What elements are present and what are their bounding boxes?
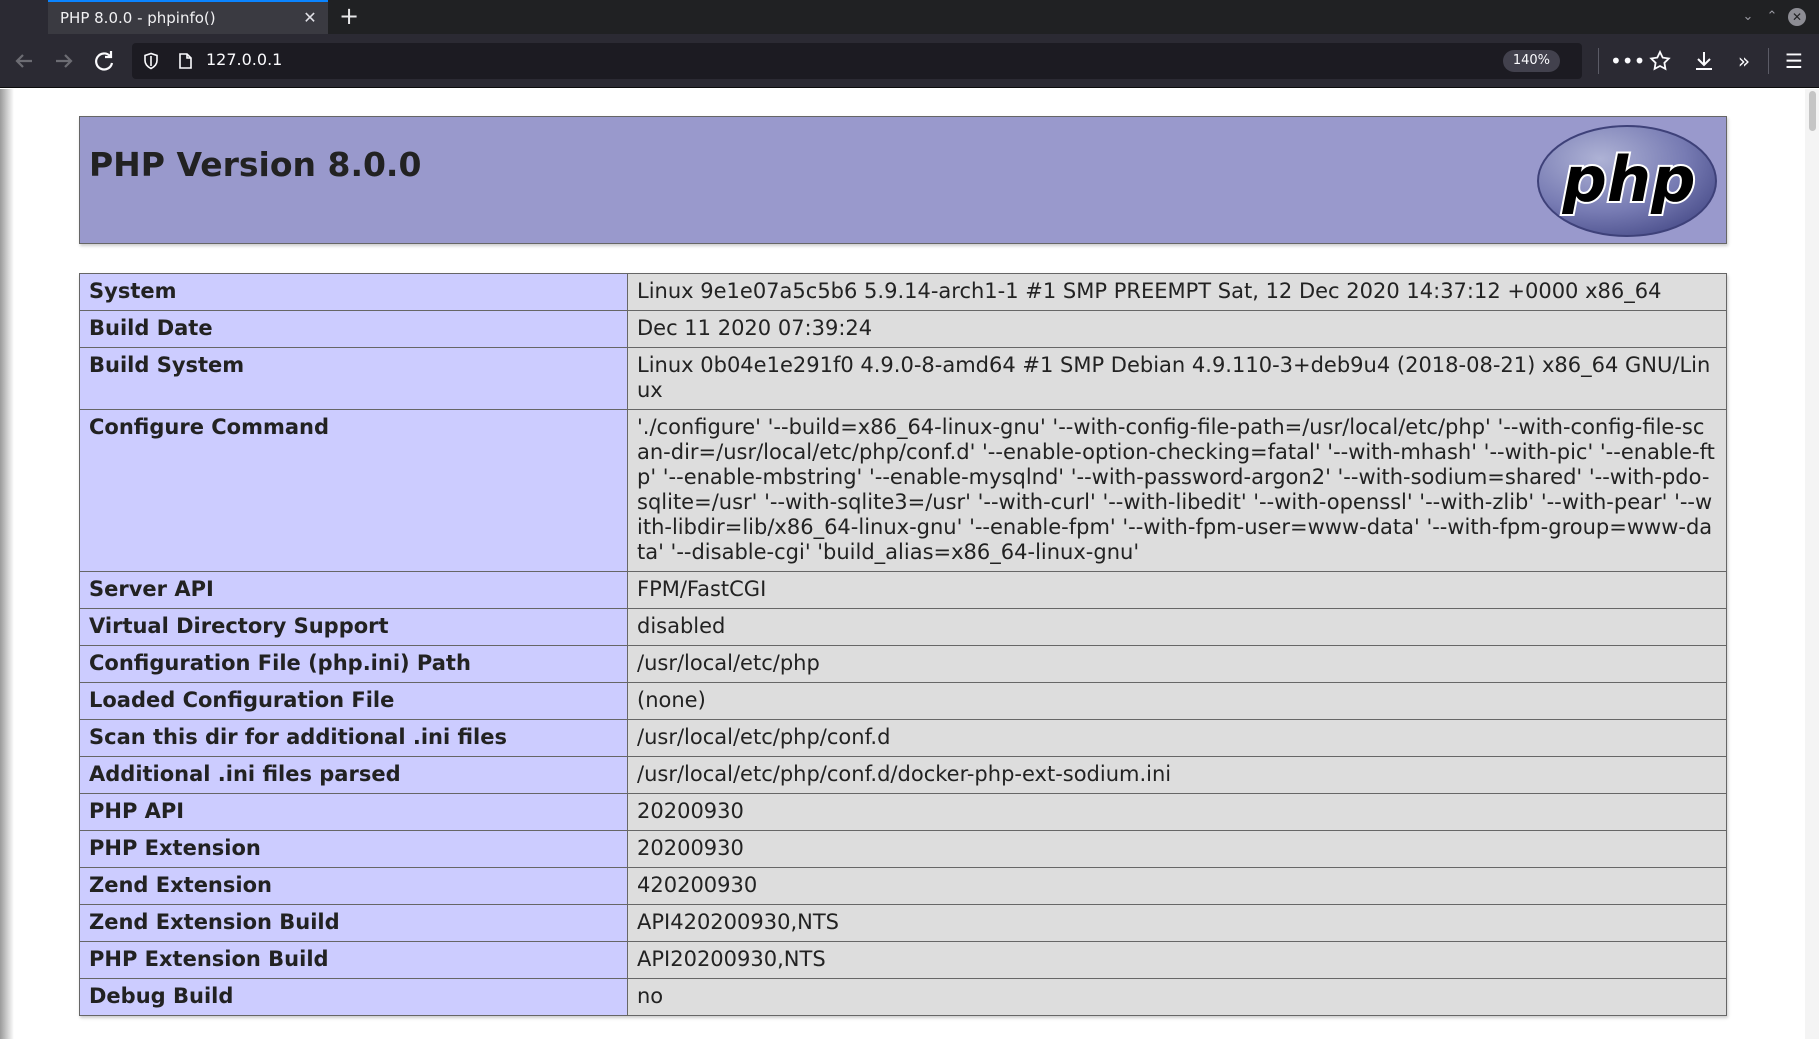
- setting-value: /usr/local/etc/php/conf.d/docker-php-ext…: [627, 756, 1727, 794]
- setting-label: Server API: [79, 571, 628, 609]
- setting-value: Linux 0b04e1e291f0 4.9.0-8-amd64 #1 SMP …: [627, 347, 1727, 410]
- setting-value: FPM/FastCGI: [627, 571, 1727, 609]
- setting-label: Scan this dir for additional .ini files: [79, 719, 628, 757]
- navigation-toolbar: 127.0.0.1 140% ••• » ☰: [0, 34, 1819, 88]
- setting-label: PHP Extension: [79, 830, 628, 868]
- setting-value: /usr/local/etc/php: [627, 645, 1727, 683]
- url-text[interactable]: 127.0.0.1: [206, 50, 282, 69]
- table-row: Additional .ini files parsed/usr/local/e…: [79, 756, 1727, 794]
- page-title: PHP Version 8.0.0: [89, 145, 422, 184]
- table-row: PHP Extension Build API20200930,NTS: [79, 941, 1727, 979]
- setting-label: Configuration File (php.ini) Path: [79, 645, 628, 683]
- url-bar[interactable]: 127.0.0.1 140%: [132, 43, 1582, 79]
- setting-value: './configure' '--build=x86_64-linux-gnu'…: [627, 409, 1727, 572]
- table-row: Configuration File (php.ini) Path/usr/lo…: [79, 645, 1727, 683]
- active-tab[interactable]: PHP 8.0.0 - phpinfo() ✕: [48, 0, 328, 34]
- toolbar-divider: [1598, 48, 1599, 74]
- shield-icon[interactable]: [142, 52, 160, 70]
- close-icon[interactable]: ✕: [300, 8, 320, 28]
- table-row: Virtual Directory Support disabled: [79, 608, 1727, 646]
- tab-title: PHP 8.0.0 - phpinfo(): [60, 9, 216, 27]
- setting-label: Virtual Directory Support: [79, 608, 628, 646]
- setting-value: Dec 11 2020 07:39:24: [627, 310, 1727, 348]
- setting-label: Additional .ini files parsed: [79, 756, 628, 794]
- setting-value: /usr/local/etc/php/conf.d: [627, 719, 1727, 757]
- setting-value: Linux 9e1e07a5c5b6 5.9.14-arch1-1 #1 SMP…: [627, 273, 1727, 311]
- hamburger-menu-icon[interactable]: ☰: [1780, 47, 1808, 75]
- setting-label: Configure Command: [79, 409, 628, 572]
- setting-label: Debug Build: [79, 978, 628, 1016]
- table-row: Build Date Dec 11 2020 07:39:24: [79, 310, 1727, 348]
- table-row: PHP API 20200930: [79, 793, 1727, 831]
- setting-label: PHP Extension Build: [79, 941, 628, 979]
- sidebar-shadow: [0, 89, 14, 1039]
- tab-strip: PHP 8.0.0 - phpinfo() ✕ + ⌄ ⌃ ✕: [0, 0, 1819, 34]
- ellipsis-icon[interactable]: •••: [1610, 47, 1645, 75]
- setting-label: System: [79, 273, 628, 311]
- setting-value: no: [627, 978, 1727, 1016]
- forward-icon[interactable]: [50, 47, 78, 75]
- table-row: Configure Command './configure' '--build=…: [79, 409, 1727, 572]
- setting-label: Build Date: [79, 310, 628, 348]
- chevron-double-right-icon[interactable]: »: [1730, 47, 1758, 75]
- table-row: Loaded Configuration File (none): [79, 682, 1727, 720]
- page-scrollbar[interactable]: [1805, 89, 1819, 1039]
- php-logo[interactable]: php php: [1536, 123, 1718, 239]
- setting-value: API20200930,NTS: [627, 941, 1727, 979]
- setting-value: disabled: [627, 608, 1727, 646]
- tab-strip-spacer: [0, 0, 48, 34]
- star-icon[interactable]: [1646, 47, 1674, 75]
- download-icon[interactable]: [1690, 47, 1718, 75]
- new-tab-icon[interactable]: +: [336, 4, 362, 30]
- setting-value: 20200930: [627, 793, 1727, 831]
- setting-value: API420200930,NTS: [627, 904, 1727, 942]
- back-icon[interactable]: [10, 47, 38, 75]
- logo-text: php: [1562, 143, 1696, 216]
- phpinfo-table: System Linux 9e1e07a5c5b6 5.9.14-arch1-1 …: [79, 273, 1727, 1016]
- page-icon[interactable]: [176, 52, 194, 70]
- table-row: Server API FPM/FastCGI: [79, 571, 1727, 609]
- table-row: Scan this dir for additional .ini files /…: [79, 719, 1727, 757]
- setting-label: Build System: [79, 347, 628, 410]
- setting-value: 20200930: [627, 830, 1727, 868]
- table-row: PHP Extension 20200930: [79, 830, 1727, 868]
- zoom-indicator[interactable]: 140%: [1502, 50, 1560, 72]
- table-row: Zend Extension 420200930: [79, 867, 1727, 905]
- setting-value: 420200930: [627, 867, 1727, 905]
- table-row: Build System Linux 0b04e1e291f0 4.9.0-8-a…: [79, 347, 1727, 410]
- setting-label: Zend Extension: [79, 867, 628, 905]
- table-row: Debug Build no: [79, 978, 1727, 1016]
- table-row: Zend Extension Build API420200930,NTS: [79, 904, 1727, 942]
- minimize-icon[interactable]: ⌄: [1739, 8, 1757, 26]
- table-row: System Linux 9e1e07a5c5b6 5.9.14-arch1-1 …: [79, 273, 1727, 311]
- php-version-header: PHP Version 8.0.0 php php: [79, 116, 1727, 244]
- scrollbar-thumb[interactable]: [1809, 91, 1816, 131]
- setting-label: PHP API: [79, 793, 628, 831]
- reload-icon[interactable]: [90, 47, 118, 75]
- phpinfo-content: PHP Version 8.0.0 php php System Linux 9e…: [79, 116, 1727, 1016]
- page-viewport: PHP Version 8.0.0 php php System Linux 9e…: [0, 89, 1819, 1039]
- maximize-icon[interactable]: ⌃: [1763, 8, 1781, 26]
- setting-label: Loaded Configuration File: [79, 682, 628, 720]
- toolbar-divider: [1768, 48, 1769, 74]
- setting-value: (none): [627, 682, 1727, 720]
- window-close-icon[interactable]: ✕: [1788, 8, 1806, 26]
- setting-label: Zend Extension Build: [79, 904, 628, 942]
